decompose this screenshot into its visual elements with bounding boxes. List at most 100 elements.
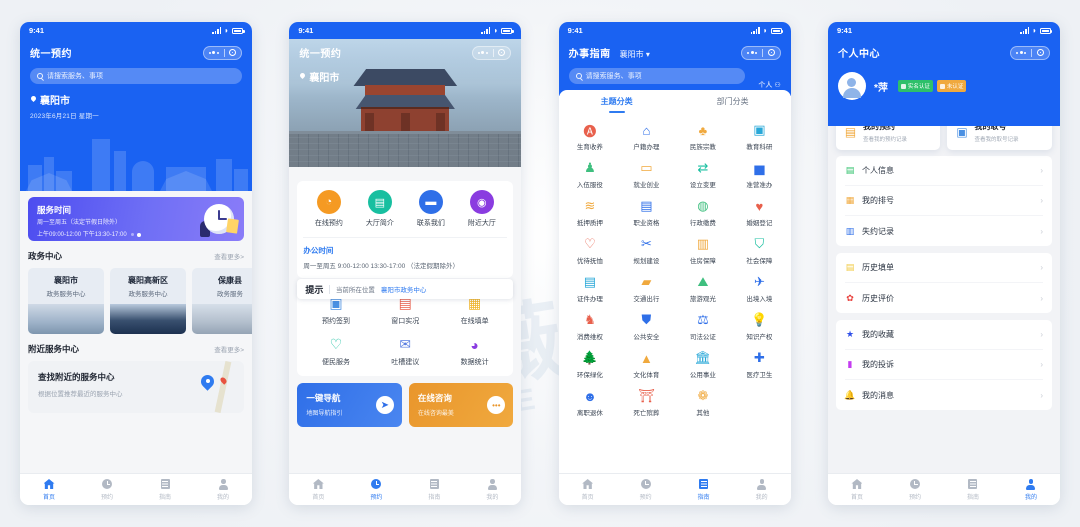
bottom-tab-bar[interactable]: 首页 预约 指南 我的 [827,473,1060,505]
category-tab-bar[interactable]: 主题分类 部门分类 [558,90,791,114]
quick-item-contact-us[interactable]: ▬ 联系我们 [407,190,455,228]
menu-item-history-review[interactable]: ✿ 历史评价 › [845,283,1043,313]
category-item[interactable]: ⚖ 司法公证 [675,312,732,341]
tab-guide[interactable]: 指南 [405,478,463,501]
menu-item-history-form[interactable]: ▤ 历史填单 › [844,253,1043,283]
quick-item-hall-intro[interactable]: ▤ 大厅简介 [356,190,404,228]
service-time-banner[interactable]: 服务时间 周一至周五（法定节假日除外） 上午09:00-12:00 下午13:3… [28,197,244,241]
nearby-service-map-card[interactable]: 查找附近的服务中心 根据位置推荐最近的服务中心 [28,361,244,413]
tab-mine[interactable]: 我的 [194,478,252,501]
close-icon[interactable] [1036,49,1044,56]
menu-item-complaints[interactable]: ▮ 我的投诉 › [844,350,1043,380]
category-item[interactable]: ⛊ 公共安全 [618,312,675,341]
avatar[interactable] [837,72,866,100]
bottom-tab-bar[interactable]: 首页 预约 指南 我的 [558,473,791,505]
category-item[interactable]: ✚ 医疗卫生 [731,350,788,379]
more-icon[interactable] [1016,51,1027,54]
tab-guide[interactable]: 指南 [136,478,194,501]
category-item[interactable]: ▣ 教育科研 [731,122,788,151]
category-item[interactable]: ▥ 住房保障 [675,236,732,265]
mini-program-capsule[interactable] [1010,45,1050,60]
navigation-button[interactable]: 一键导航 地图导航指引 ➤ [297,383,402,427]
service-item-convenience[interactable]: ♡ 便民服务 [301,336,370,367]
tab-appointment[interactable]: 预约 [347,478,405,501]
menu-item-favorites[interactable]: ★ 我的收藏 › [844,320,1043,350]
category-item[interactable]: ⛰ 旅游观光 [675,274,732,303]
tab-home[interactable]: 首页 [559,478,617,501]
mini-program-capsule[interactable] [471,45,512,60]
consult-button[interactable]: 在线咨询 在线咨询最美 ••• [408,383,514,427]
mini-program-capsule[interactable] [741,45,781,60]
category-item[interactable]: ≋ 抵押质押 [562,198,619,227]
tip-value[interactable]: 襄阳市政务中心 [381,284,427,294]
category-item[interactable]: 🏛 公用事业 [675,350,732,379]
service-grid[interactable]: ▣ 预约签到 ▤ 窗口实况 ▦ 在线填单 ♡ 便民服务 ✉ 吐槽建议 ◕ 数据统计 [301,295,509,367]
category-item[interactable]: ⛉ 社会保障 [731,236,788,265]
service-item-statistics[interactable]: ◕ 数据统计 [440,336,509,367]
category-item[interactable]: ⇄ 设立变更 [675,160,732,189]
category-item[interactable]: 💡 知识产权 [731,312,788,341]
category-item[interactable]: ♟ 入伍服役 [562,160,619,189]
category-item[interactable]: ✂ 规划建设 [618,236,675,265]
more-icon[interactable] [477,51,488,54]
category-item[interactable]: ⛩ 死亡殡葬 [618,388,675,417]
more-icon[interactable] [747,51,758,54]
category-item[interactable]: ♣ 民族宗教 [675,122,732,152]
gov-center-card-list[interactable]: 襄阳市 政务服务中心 襄阳高新区 政务服务中心 保康县 政务服务 [28,268,252,334]
tab-appointment[interactable]: 预约 [617,478,675,501]
category-item[interactable]: ♥ 婚姻登记 [731,198,788,228]
category-item[interactable]: ❁ 其他 [675,388,732,417]
location-row[interactable]: 襄阳市 [30,92,242,107]
category-item[interactable]: ▲ 文化体育 [618,350,675,380]
location-row[interactable]: 襄阳市 [299,69,511,84]
menu-item-my-queue[interactable]: ▦ 我的排号 › [844,186,1043,216]
mini-program-capsule[interactable] [202,45,242,60]
menu-item-messages[interactable]: 🔔 我的消息 › [844,380,1043,410]
more-link[interactable]: 查看更多> [214,251,244,261]
list-item[interactable]: 保康县 政务服务 [192,268,252,334]
promo-button-row[interactable]: 一键导航 地图导航指引 ➤ 在线咨询 在线咨询最美 ••• [297,383,514,427]
category-item[interactable]: ✈ 出境入境 [731,274,788,303]
close-icon[interactable] [767,49,775,56]
profile-row[interactable]: *萍 实名认证 未认证 [837,72,1050,100]
menu-item-missed-record[interactable]: ▥ 失约记录 › [845,216,1043,246]
more-link[interactable]: 查看更多> [214,344,244,354]
category-item[interactable]: ▤ 证件办理 [562,274,619,303]
bottom-tab-bar[interactable]: 首页 预约 指南 我的 [20,473,252,505]
tab-mine[interactable]: 我的 [733,478,791,501]
category-item[interactable]: ▅ 准营准办 [731,160,788,189]
menu-item-personal-info[interactable]: ▤ 个人信息 › [844,156,1043,186]
list-item[interactable]: 襄阳高新区 政务服务中心 [110,268,186,334]
shortcut-card-row[interactable]: ▤ 我的预约 查看我的预约记录 ▣ 我的取号 查看我的取号记录 [835,126,1052,150]
category-item[interactable]: ▭ 就业创业 [618,160,675,189]
city-selector[interactable]: 襄阳市 ▾ [620,49,650,60]
tab-mine[interactable]: 我的 [463,478,521,501]
service-item-online-form[interactable]: ▦ 在线填单 [440,295,509,326]
search-input[interactable]: 请搜索服务、事项 [30,68,242,84]
category-item[interactable]: ◍ 行政缴费 [675,198,732,227]
category-item[interactable]: 🌲 环保绿化 [562,350,619,379]
close-icon[interactable] [498,49,506,56]
carousel-indicator[interactable] [131,233,141,237]
category-item[interactable]: ▰ 交通出行 [618,274,675,303]
tab-topic-category[interactable]: 主题分类 [559,90,675,114]
quick-item-online-booking[interactable]: ◔ 在线预约 [305,190,353,228]
category-item[interactable]: ▤ 职业资格 [618,198,675,227]
list-item[interactable]: 襄阳市 政务服务中心 [28,268,104,334]
my-ticket-card[interactable]: ▣ 我的取号 查看我的取号记录 [947,126,1052,150]
tab-appointment[interactable]: 预约 [78,478,136,501]
tab-mine[interactable]: 我的 [1002,478,1060,501]
more-icon[interactable] [208,51,219,54]
tab-home[interactable]: 首页 [289,478,347,501]
category-item[interactable]: ♞ 消费维权 [562,312,619,341]
category-item[interactable]: 🅐 生育收养 [562,122,619,152]
tab-home[interactable]: 首页 [828,478,886,501]
tab-guide[interactable]: 指南 [675,478,733,501]
category-item[interactable]: ⌂ 户籍办理 [618,122,675,152]
search-input[interactable]: 请搜索服务、事项 [568,68,745,84]
person-switch-button[interactable]: 个人 ⚇ [758,80,780,90]
my-appointment-card[interactable]: ▤ 我的预约 查看我的预约记录 [835,126,941,150]
service-item-feedback[interactable]: ✉ 吐槽建议 [371,336,440,367]
menu-list[interactable]: ▤ 个人信息 › ▦ 我的排号 › ▥ 失约记录 › ▤ 历史填单 › ✿ 历史评价 › ★ 我的收藏 › ▮ 我的投… [828,156,1060,410]
service-item-window-status[interactable]: ▤ 窗口实况 [371,295,440,326]
